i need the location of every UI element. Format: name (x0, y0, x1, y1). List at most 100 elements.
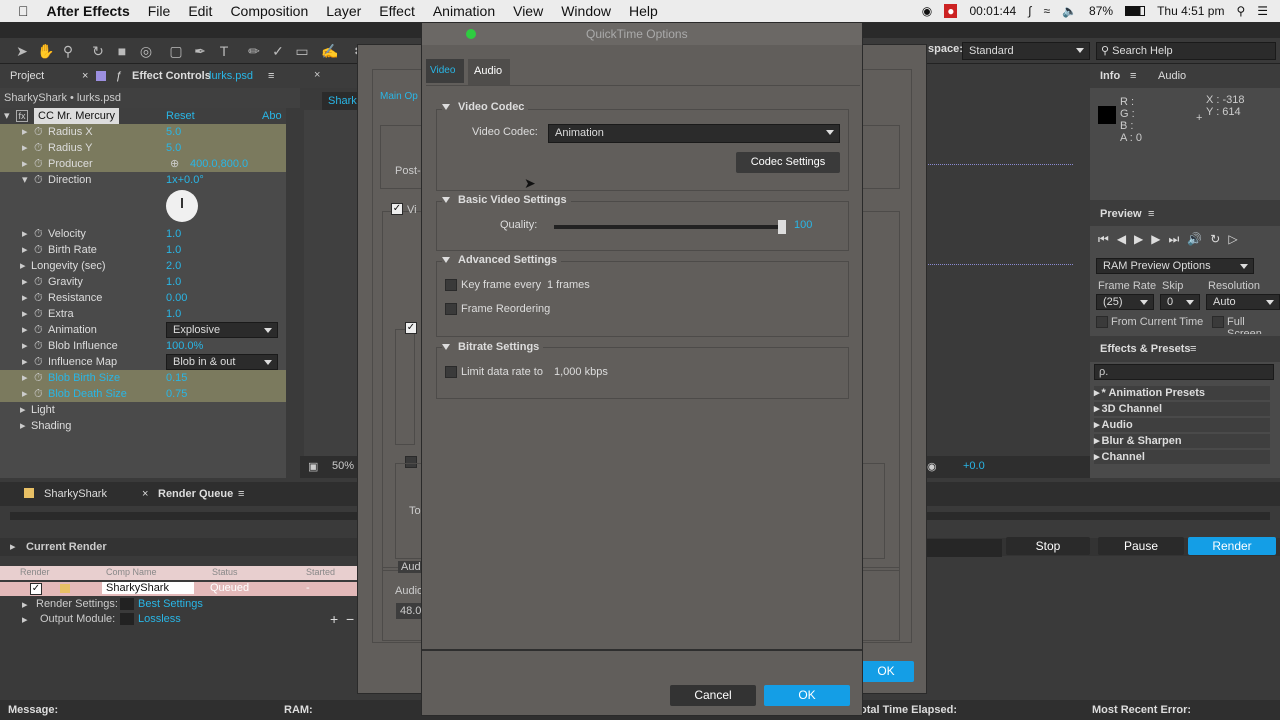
stopwatch-icon[interactable]: ⏱ (34, 226, 43, 242)
snapshot-icon[interactable]: ▣ (308, 460, 318, 473)
apple-icon[interactable]:  (0, 3, 38, 19)
volume-icon[interactable]: 🔈 (1062, 4, 1077, 18)
stopwatch-icon[interactable]: ⏱ (34, 354, 43, 370)
col-started[interactable]: Started (306, 567, 335, 577)
property-row[interactable]: ▸ ⏱ Influence Map Blob in & out (0, 354, 286, 370)
property-value[interactable]: 1x+0.0° (166, 172, 204, 188)
keyframe-checkbox[interactable] (445, 279, 457, 291)
expand-icon[interactable]: ▸ (22, 613, 28, 626)
comp-viewer[interactable] (304, 110, 358, 456)
quality-value[interactable]: 100 (794, 219, 812, 231)
exposure-value[interactable]: +0.0 (963, 460, 985, 472)
clock-text[interactable]: Thu 4:51 pm (1157, 4, 1224, 18)
rq-close-icon[interactable]: × (142, 482, 148, 506)
stopwatch-icon[interactable]: ⏱ (34, 370, 43, 386)
render-button[interactable]: Render (1188, 537, 1276, 555)
stopwatch-icon[interactable]: ⏱ (34, 172, 43, 188)
tab-effect-controls[interactable]: Effect Controls (132, 64, 211, 88)
expand-icon[interactable]: ▸ (20, 418, 26, 434)
expand-icon[interactable]: ▸ (22, 124, 28, 140)
expand-icon[interactable]: ▸ (10, 540, 16, 553)
expand-icon[interactable]: ▸ (22, 598, 28, 611)
workspace-select[interactable]: Standard (962, 42, 1090, 60)
battery-icon[interactable] (1125, 6, 1146, 16)
menu-effect[interactable]: Effect (370, 3, 424, 19)
effects-list-item[interactable]: ▸ 3D Channel (1094, 402, 1270, 417)
cancel-button[interactable]: Cancel (670, 685, 756, 706)
ram-preview-options[interactable]: RAM Preview Options (1096, 258, 1254, 274)
expand-icon[interactable]: ▸ (1094, 435, 1100, 447)
panel-menu-icon[interactable]: ≡ (268, 64, 274, 88)
advanced-header[interactable]: Advanced Settings (442, 254, 562, 266)
expand-icon[interactable]: ▸ (22, 354, 28, 370)
stopwatch-icon[interactable]: ⏱ (34, 156, 43, 172)
bitrate-header[interactable]: Bitrate Settings (442, 341, 544, 353)
zoom-tool-icon[interactable]: ⚲ (58, 41, 78, 61)
stopwatch-icon[interactable]: ⏱ (34, 274, 43, 290)
first-frame-icon[interactable]: ⏮ (1098, 232, 1109, 247)
pan-behind-tool-icon[interactable]: ◎ (136, 41, 156, 61)
brush-tool-icon[interactable]: ✏ (244, 41, 264, 61)
property-row[interactable]: ▸ ⏱ Animation Explosive (0, 322, 286, 338)
property-value[interactable]: 400.0,800.0 (190, 156, 248, 172)
property-value[interactable]: 1.0 (166, 274, 181, 290)
next-frame-icon[interactable]: ▶ (1151, 232, 1160, 247)
menu-layer[interactable]: Layer (317, 3, 370, 19)
target-icon[interactable]: ⊕ (170, 156, 179, 172)
pen-tool-icon[interactable]: ✒ (190, 41, 210, 61)
property-value[interactable]: 2.0 (166, 258, 181, 274)
expand-icon[interactable]: ▸ (1094, 387, 1100, 399)
tab-sharkyshark[interactable]: SharkyShark (44, 482, 107, 506)
effects-list-item[interactable]: ▸ Channel (1094, 450, 1270, 465)
property-row[interactable]: ▸ ⏱ Velocity 1.0 (0, 226, 286, 242)
property-select[interactable]: Blob in & out (166, 354, 278, 370)
expand-icon[interactable]: ▸ (1094, 451, 1100, 463)
property-value[interactable]: 5.0 (166, 124, 181, 140)
effects-search-input[interactable]: ρ. (1094, 364, 1274, 380)
panel-menu-icon[interactable]: ≡ (1190, 337, 1196, 361)
menu-app-name[interactable]: After Effects (38, 3, 139, 19)
stopwatch-icon[interactable]: ⏱ (34, 386, 43, 402)
bluetooth-icon[interactable]: ∫ (1028, 4, 1031, 18)
remove-output-icon[interactable]: − (346, 611, 354, 627)
preview-title[interactable]: Preview (1100, 202, 1142, 226)
menu-help[interactable]: Help (620, 3, 667, 19)
stopwatch-icon[interactable]: ⏱ (34, 124, 43, 140)
quality-slider-thumb[interactable] (778, 220, 786, 234)
effect-header-row[interactable]: ▾ fx CC Mr. Mercury Reset Abo (0, 108, 286, 124)
render-checkbox[interactable]: ✓ (30, 583, 42, 595)
stop-button[interactable]: Stop (1006, 537, 1090, 555)
expand-icon[interactable]: ▸ (22, 370, 28, 386)
menu-edit[interactable]: Edit (179, 3, 221, 19)
tab-info[interactable]: Info (1100, 64, 1120, 88)
tab-audio[interactable]: Audio (1158, 64, 1186, 88)
camera-tool-icon[interactable]: ■ (112, 41, 132, 61)
menu-view[interactable]: View (504, 3, 552, 19)
tab-audio[interactable]: Audio (468, 59, 510, 85)
expand-icon[interactable]: ▸ (20, 258, 26, 274)
zoom-window-icon[interactable] (466, 29, 476, 39)
search-help-field[interactable]: ⚲ Search Help (1096, 42, 1276, 60)
add-output-icon[interactable]: + (330, 611, 338, 627)
property-row[interactable]: ▸ ⏱ Producer 400.0,800.0 ⊕ (0, 156, 286, 172)
property-row[interactable]: ▾ ⏱ Direction 1x+0.0° (0, 172, 286, 188)
loop-icon[interactable]: ↻ (1210, 232, 1220, 247)
channels-checkbox[interactable]: ✓ (405, 322, 417, 334)
expand-icon[interactable]: ▸ (22, 322, 28, 338)
skip-select[interactable]: 0 (1160, 294, 1200, 310)
property-value[interactable]: 100.0% (166, 338, 203, 354)
menu-file[interactable]: File (139, 3, 180, 19)
video-codec-select[interactable]: Animation (548, 124, 840, 143)
tab-project[interactable]: Project (10, 64, 44, 88)
codec-settings-button[interactable]: Codec Settings (736, 152, 840, 173)
expand-icon[interactable]: ▸ (22, 338, 28, 354)
comp-close-icon[interactable]: × (314, 69, 320, 81)
property-row[interactable]: ▸ ⏱ Resistance 0.00 (0, 290, 286, 306)
record-icon[interactable]: ● (944, 4, 958, 18)
audio-icon[interactable]: 🔊 (1187, 232, 1202, 247)
property-row[interactable]: ▸ ⏱ Extra 1.0 (0, 306, 286, 322)
property-row[interactable]: ▸ ⏱ Blob Birth Size 0.15 (0, 370, 286, 386)
video-codec-header[interactable]: Video Codec (442, 101, 529, 113)
from-current-checkbox[interactable] (1096, 316, 1108, 328)
effects-list-item[interactable]: ▸ * Animation Presets (1094, 386, 1270, 401)
